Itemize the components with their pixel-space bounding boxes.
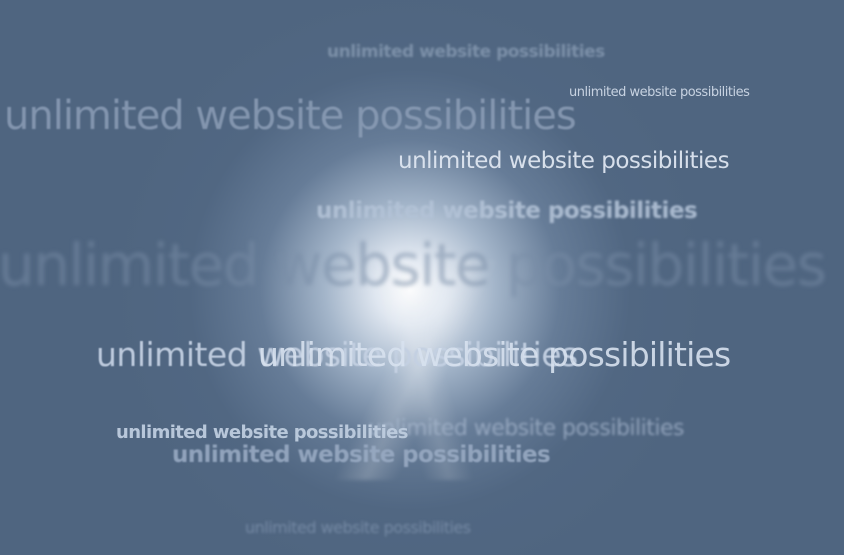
phrase-large-faded: unlimited website possibilities xyxy=(0,231,827,299)
phrase-lower-left-bold: unlimited website possibilities xyxy=(116,422,408,443)
phrase-lower-bold: unlimited website possibilities xyxy=(172,442,551,468)
phrase-bold-blurred: unlimited website possibilities xyxy=(316,198,698,224)
phrase-top-right: unlimited website possibilities xyxy=(569,85,750,100)
phrase-center-overlap: unlimited website possibilities xyxy=(258,335,731,374)
phrase-left-large: unlimited website possibilities xyxy=(4,93,577,139)
phrase-lower-right-blurred: unlimited website possibilities xyxy=(368,416,685,441)
phrase-upper-right: unlimited website possibilities xyxy=(398,148,730,174)
phrase-bottom-faded: unlimited website possibilities xyxy=(245,518,471,537)
phrase-top-small: unlimited website possibilities xyxy=(327,42,605,62)
